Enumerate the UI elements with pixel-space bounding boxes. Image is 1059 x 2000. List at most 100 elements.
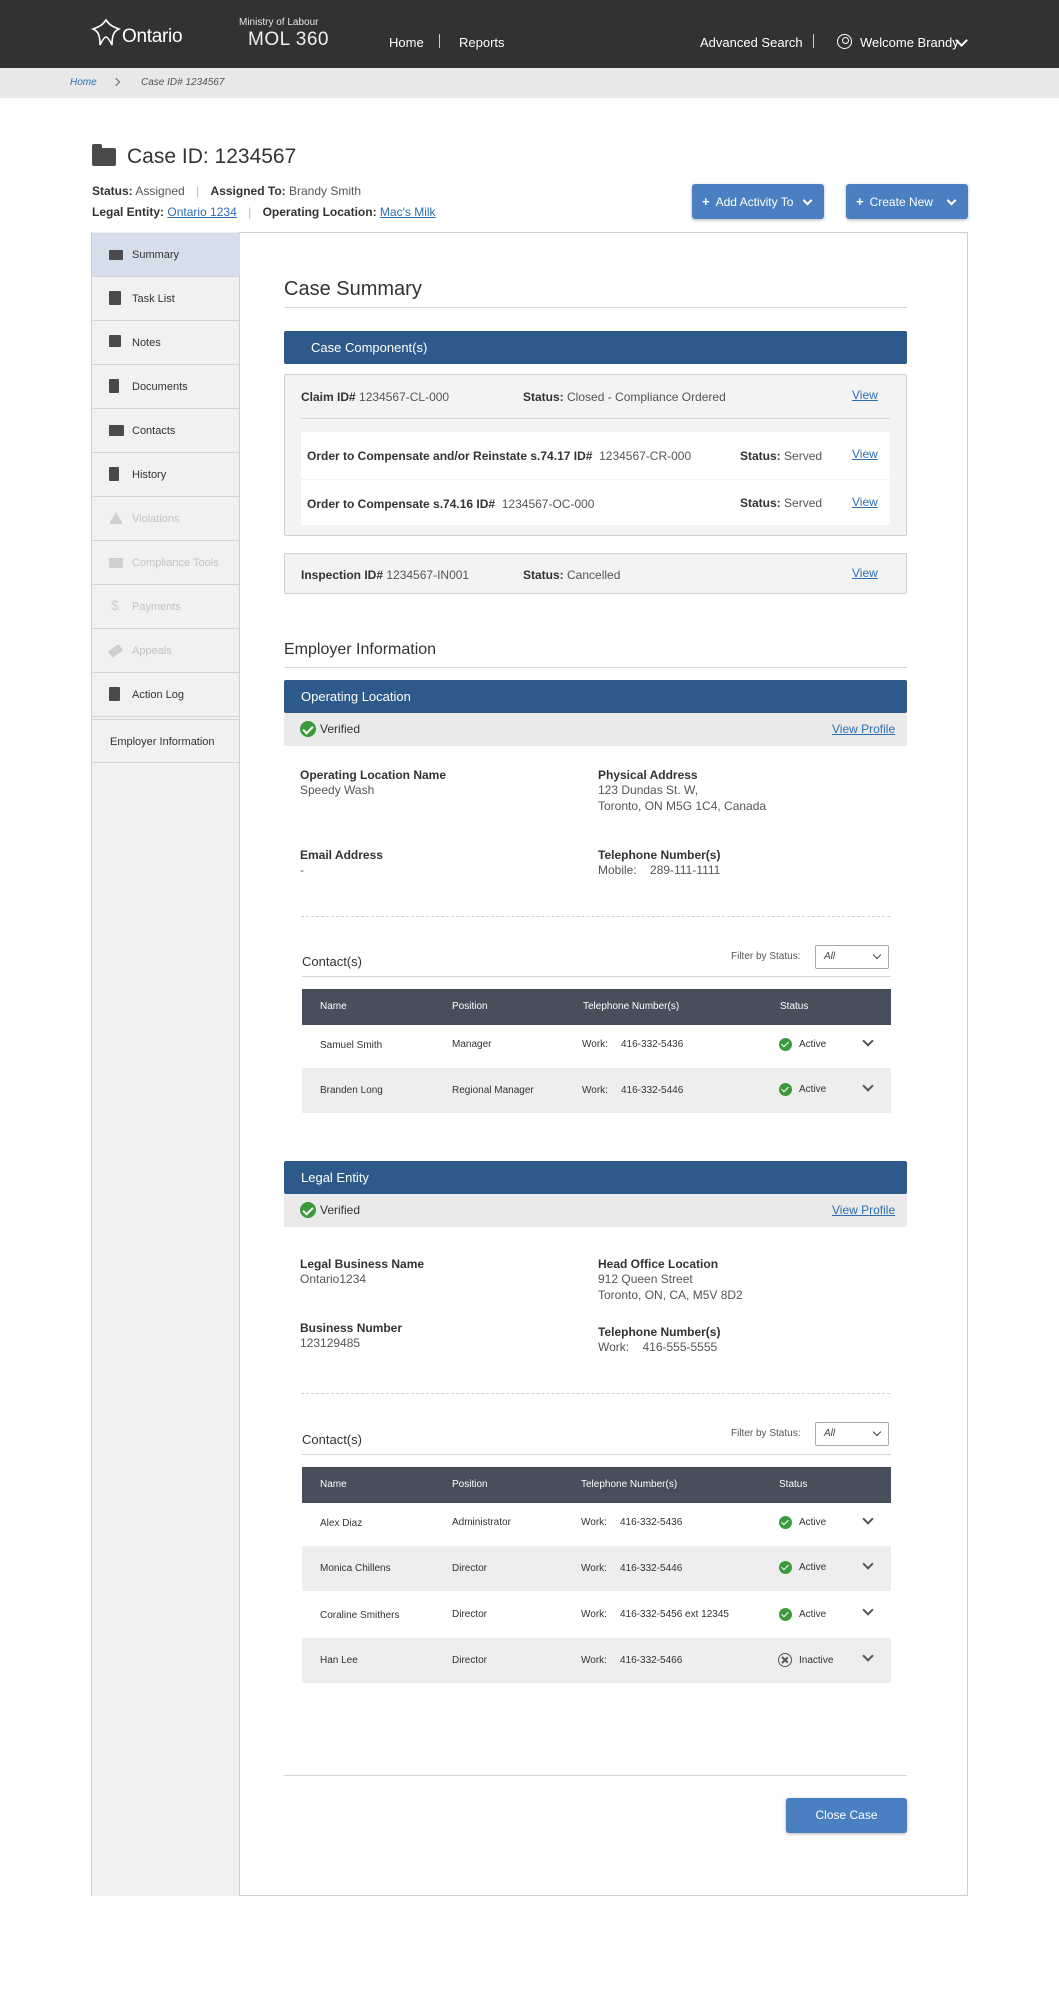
column-header-status[interactable]: Status	[779, 1479, 807, 1490]
operating-location-view-profile-link[interactable]: View Profile	[832, 722, 895, 736]
contact-phone: 416-332-5466	[620, 1655, 683, 1666]
sidebar-item-documents[interactable]: Documents	[92, 365, 240, 409]
chevron-down-icon	[802, 195, 813, 206]
meta-separator: |	[248, 205, 252, 219]
breadcrumb-current: Case ID# 1234567	[141, 77, 225, 88]
contact-name[interactable]: Coraline Smithers	[320, 1610, 399, 1621]
dotted-divider	[301, 916, 890, 917]
email-address-label: Email Address	[300, 848, 383, 862]
contact-name[interactable]: Han Lee	[320, 1655, 358, 1666]
contact-phone-type: Work:	[582, 1039, 608, 1050]
order-cr-id: Order to Compensate and/or Reinstate s.7…	[307, 449, 691, 463]
advanced-search-link[interactable]: Advanced Search	[700, 35, 803, 50]
inspection-view-link[interactable]: View	[852, 566, 878, 580]
order-oc-id-value: 1234567-OC-000	[501, 497, 595, 511]
order-cr-status: Status: Served	[740, 449, 822, 463]
verified-label: Verified	[320, 722, 361, 736]
ontario-trillium-logo[interactable]	[90, 17, 122, 49]
legal-business-name-value: Ontario1234	[300, 1272, 367, 1286]
contact-name[interactable]: Samuel Smith	[320, 1040, 382, 1051]
chevron-down-icon[interactable]	[862, 1080, 874, 1092]
order-cr-status-label: Status:	[740, 449, 781, 463]
breadcrumb-home-link[interactable]: Home	[70, 77, 97, 88]
filter-by-status-label: Filter by Status:	[731, 1428, 801, 1439]
create-new-button[interactable]: + Create New	[846, 184, 968, 219]
column-header-position[interactable]: Position	[452, 1001, 488, 1012]
order-oc-status-label: Status:	[740, 496, 781, 510]
column-header-name[interactable]: Name	[320, 1479, 347, 1490]
claim-view-link[interactable]: View	[852, 388, 878, 402]
order-oc-view-link[interactable]: View	[852, 495, 878, 509]
order-cr-view-link[interactable]: View	[852, 447, 878, 461]
contact-status: Active	[799, 1084, 827, 1095]
business-number-label: Business Number	[300, 1321, 403, 1335]
physical-address-label: Physical Address	[598, 768, 698, 782]
check-circle-icon	[779, 1038, 792, 1051]
user-icon[interactable]	[837, 34, 852, 49]
inspection-id-value: 1234567-IN001	[386, 568, 470, 582]
table-row: Han Lee Director Work: 416-332-5466 Inac…	[302, 1638, 891, 1683]
ontario-logo-text[interactable]: Ontario	[122, 26, 183, 48]
divider	[284, 307, 907, 308]
column-header-telephone[interactable]: Telephone Number(s)	[583, 1001, 679, 1012]
add-activity-button[interactable]: + Add Activity To	[692, 184, 824, 219]
legal-entity-view-profile-link[interactable]: View Profile	[832, 1203, 895, 1217]
case-components-title: Case Component(s)	[311, 340, 428, 355]
contact-status: Inactive	[799, 1655, 834, 1666]
folder-icon	[92, 144, 116, 166]
table-row: Branden Long Regional Manager Work: 416-…	[302, 1068, 891, 1113]
contact-name[interactable]: Monica Chillens	[320, 1563, 391, 1574]
column-header-position[interactable]: Position	[452, 1479, 488, 1490]
dollar-icon: $	[111, 597, 119, 613]
telephone-label: Telephone Number(s)	[598, 1325, 721, 1339]
column-header-name[interactable]: Name	[320, 1001, 347, 1012]
contact-phone-type: Work:	[581, 1563, 607, 1574]
sidebar-item-employer-information[interactable]: Employer Information	[92, 719, 240, 763]
sidebar-item-history[interactable]: History	[92, 453, 240, 497]
sidebar-item-action-log[interactable]: Action Log	[92, 673, 240, 717]
contacts-table-header: Name Position Telephone Number(s) Status	[302, 989, 891, 1025]
nav-reports-link[interactable]: Reports	[459, 35, 505, 50]
claim-id: Claim ID# 1234567-CL-000	[301, 390, 449, 404]
chevron-down-icon[interactable]	[862, 1558, 874, 1570]
welcome-user-menu[interactable]: Welcome Brandy	[860, 35, 959, 50]
legal-entity-link[interactable]: Ontario 1234	[167, 205, 236, 219]
status-filter-select[interactable]: All	[815, 945, 889, 969]
case-summary-title: Case Summary	[284, 278, 422, 300]
sidebar-item-notes[interactable]: Notes	[92, 321, 240, 365]
column-header-status[interactable]: Status	[780, 1001, 808, 1012]
operating-location-verified-row	[284, 713, 907, 746]
order-cr-status-value: Served	[784, 449, 823, 463]
contact-status: Active	[799, 1562, 827, 1573]
column-header-telephone[interactable]: Telephone Number(s)	[581, 1479, 677, 1490]
sidebar-item-task-list[interactable]: Task List	[92, 277, 240, 321]
close-case-button[interactable]: Close Case	[786, 1798, 907, 1833]
head-office-line1: 912 Queen Street	[598, 1272, 693, 1286]
sidebar-item-summary[interactable]: Summary	[92, 233, 240, 277]
case-components-header: Case Component(s)	[284, 331, 907, 364]
chevron-down-icon[interactable]	[862, 1513, 874, 1525]
contact-status: Active	[799, 1039, 827, 1050]
check-circle-icon	[300, 1202, 316, 1218]
contact-position: Regional Manager	[452, 1085, 534, 1096]
sidebar-item-label: Payments	[132, 601, 181, 613]
folder-open-icon	[109, 250, 123, 260]
employer-information-title: Employer Information	[284, 641, 437, 658]
app-name[interactable]: MOL 360	[248, 29, 329, 51]
nav-home-link[interactable]: Home	[389, 35, 424, 50]
check-circle-icon	[779, 1516, 792, 1529]
chevron-down-icon[interactable]	[862, 1035, 874, 1047]
contact-name[interactable]: Branden Long	[320, 1085, 383, 1096]
contact-name[interactable]: Alex Diaz	[320, 1518, 362, 1529]
sidebar-item-label: Appeals	[132, 645, 172, 657]
contact-position: Manager	[452, 1039, 492, 1050]
contact-phone: 416-332-5456 ext 12345	[620, 1609, 729, 1620]
operating-location-name-value: Speedy Wash	[300, 783, 375, 797]
chevron-down-icon[interactable]	[862, 1604, 874, 1616]
operating-location-link[interactable]: Mac's Milk	[380, 205, 436, 219]
sidebar-item-contacts[interactable]: Contacts	[92, 409, 240, 453]
chevron-down-icon[interactable]	[862, 1650, 874, 1662]
clipboard-icon	[109, 291, 121, 305]
divider	[302, 1454, 891, 1455]
status-filter-select[interactable]: All	[815, 1422, 889, 1446]
